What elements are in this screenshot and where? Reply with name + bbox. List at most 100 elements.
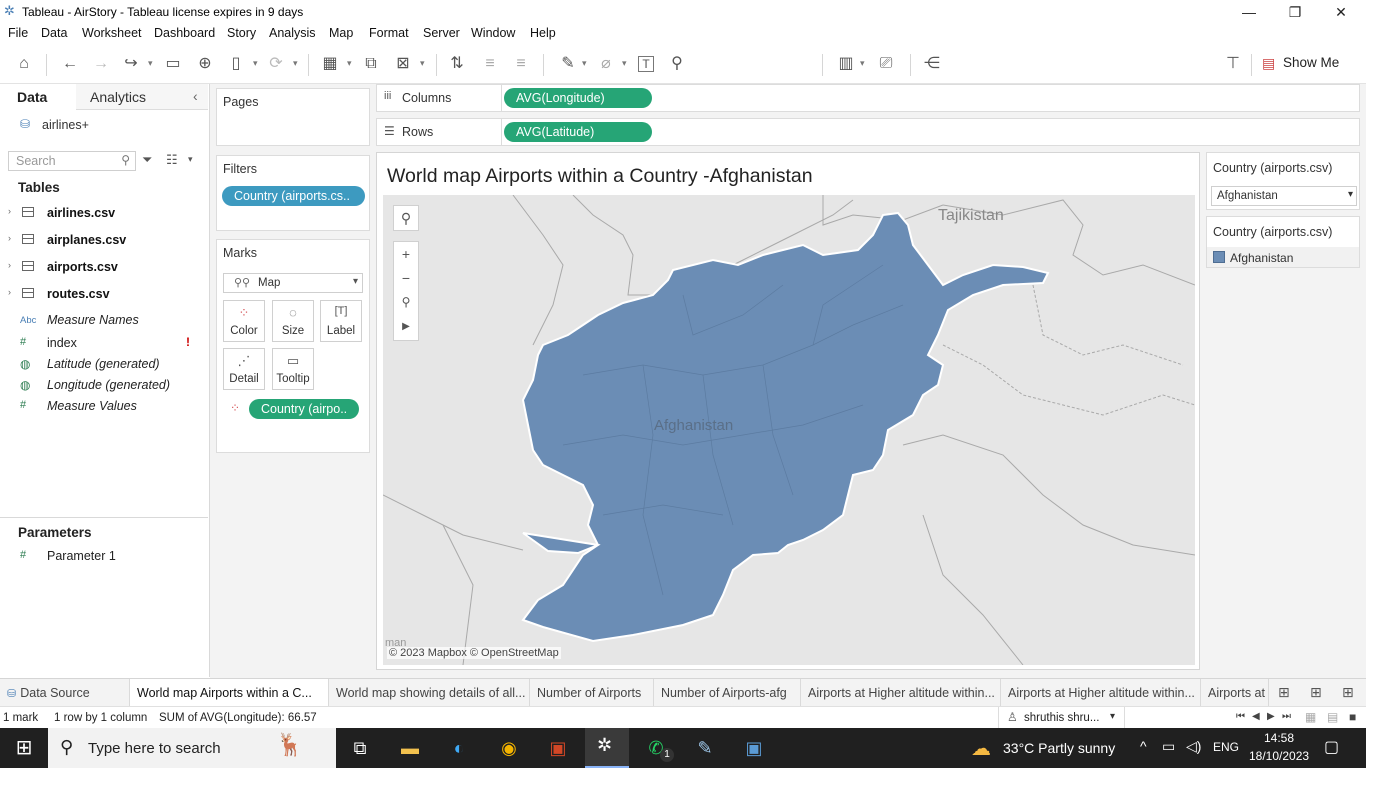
chevron-down-icon[interactable]: ▾: [347, 58, 352, 69]
menu-story[interactable]: Story: [227, 26, 256, 40]
search-input[interactable]: Search ⚲: [8, 151, 136, 171]
parameter-item[interactable]: # Parameter 1: [0, 546, 208, 568]
tab-world-map-details[interactable]: World map showing details of all...: [329, 679, 530, 707]
tableau-taskbar-item[interactable]: ✲: [585, 728, 629, 768]
status-user[interactable]: shruthis shru...: [1024, 712, 1099, 724]
zoom-in-button[interactable]: +: [394, 242, 418, 266]
collapse-pane-icon[interactable]: ‹: [193, 88, 198, 104]
field-index[interactable]: # index !: [0, 333, 208, 355]
show-filmstrip-icon[interactable]: ▦: [1305, 710, 1316, 724]
highlight-icon[interactable]: ✎: [558, 54, 578, 74]
task-view-icon[interactable]: ⧉: [345, 734, 375, 762]
chevron-up-icon[interactable]: ^: [1140, 738, 1147, 754]
table-airlines[interactable]: › airlines.csv: [0, 202, 208, 226]
show-tabs-icon[interactable]: ■: [1349, 710, 1356, 724]
table-airplanes[interactable]: › airplanes.csv: [0, 229, 208, 253]
show-cards-icon[interactable]: ▥: [836, 54, 856, 74]
columns-pill-longitude[interactable]: AVG(Longitude): [504, 88, 652, 108]
undo-icon[interactable]: ←: [60, 54, 80, 74]
new-worksheet-icon[interactable]: ⊞: [1278, 684, 1290, 701]
table-airports[interactable]: › airports.csv: [0, 256, 208, 280]
language-indicator[interactable]: ENG: [1213, 740, 1239, 754]
datasource-name[interactable]: airlines+: [42, 118, 89, 132]
chevron-right-icon[interactable]: ›: [8, 260, 11, 270]
fix-axes-icon[interactable]: ⚲: [667, 54, 687, 74]
paint-icon[interactable]: ✎: [690, 734, 720, 762]
new-datasource-icon[interactable]: ⊕: [195, 54, 215, 74]
legend-item[interactable]: Afghanistan: [1207, 247, 1359, 267]
new-worksheet-icon[interactable]: ▦: [320, 54, 340, 74]
chevron-down-icon[interactable]: ▾: [293, 58, 298, 69]
maximize-button[interactable]: ❐: [1280, 2, 1310, 22]
menu-help[interactable]: Help: [530, 26, 556, 40]
chevron-down-icon[interactable]: ▾: [582, 58, 587, 69]
zoom-out-button[interactable]: −: [394, 266, 418, 290]
view-title[interactable]: World map Airports within a Country -Afg…: [387, 165, 813, 188]
rows-shelf[interactable]: ☰ Rows AVG(Latitude): [376, 118, 1360, 146]
clock-date[interactable]: 18/10/2023: [1249, 749, 1309, 763]
chevron-down-icon[interactable]: ▾: [188, 154, 193, 165]
expand-toolbar-icon[interactable]: ▶: [394, 314, 418, 340]
chevron-right-icon[interactable]: ›: [8, 287, 11, 297]
battery-icon[interactable]: ▭: [1162, 738, 1175, 755]
clock-time[interactable]: 14:58: [1264, 731, 1294, 745]
tab-airports-higher-altitude-1[interactable]: Airports at Higher altitude within...: [801, 679, 1001, 707]
marks-pill-country[interactable]: Country (airpo..: [249, 399, 359, 419]
powerpoint-icon[interactable]: ▣: [543, 734, 573, 762]
chevron-right-icon[interactable]: ›: [8, 206, 11, 216]
menu-data[interactable]: Data: [41, 26, 67, 40]
chevron-down-icon[interactable]: ▾: [148, 58, 153, 69]
replay-icon[interactable]: ↪: [121, 54, 141, 74]
quick-filter-dropdown[interactable]: Afghanistan ▾: [1211, 186, 1357, 206]
clear-sheet-icon[interactable]: ⊠: [393, 54, 413, 74]
taskbar-search-box[interactable]: ⚲ Type here to search 🦌: [48, 728, 336, 768]
edge-browser-icon[interactable]: ◐: [444, 734, 474, 762]
save-icon[interactable]: ▭: [163, 54, 183, 74]
map-search-button[interactable]: ⚲: [393, 205, 419, 231]
mark-type-dropdown[interactable]: ⚲⚲ Map ▾: [223, 273, 363, 293]
minimize-button[interactable]: —: [1234, 2, 1264, 22]
windows-start-icon[interactable]: ⊞: [9, 734, 39, 762]
menu-worksheet[interactable]: Worksheet: [82, 26, 142, 40]
map-canvas[interactable]: Afghanistan Tajikistan man © 2023 Mapbox…: [383, 195, 1195, 665]
table-routes[interactable]: › routes.csv: [0, 283, 208, 307]
file-explorer-icon[interactable]: ▬: [395, 734, 425, 762]
filter-icon[interactable]: ⏷: [142, 152, 152, 168]
tab-analytics[interactable]: Analytics: [90, 89, 146, 105]
swap-rows-columns-icon[interactable]: ⇅: [447, 54, 467, 74]
chevron-down-icon[interactable]: ▾: [420, 58, 425, 69]
field-latitude-generated[interactable]: ◍ Latitude (generated): [0, 354, 208, 376]
menu-dashboard[interactable]: Dashboard: [154, 26, 215, 40]
label-button[interactable]: [T] Label: [320, 300, 362, 342]
close-button[interactable]: ✕: [1326, 2, 1356, 22]
sort-ascending-icon[interactable]: ≡: [480, 54, 500, 74]
menu-server[interactable]: Server: [423, 26, 460, 40]
marks-card[interactable]: Marks ⚲⚲ Map ▾ ⁘ Color ◌ Size [T] Label …: [216, 239, 370, 453]
chevron-right-icon[interactable]: ›: [8, 233, 11, 243]
new-dashboard-icon[interactable]: ⊞: [1310, 684, 1322, 701]
pause-updates-icon[interactable]: ▯: [226, 54, 246, 74]
filter-pill-country[interactable]: Country (airports.cs..: [222, 186, 365, 206]
presentation-mode-icon[interactable]: ⎚: [876, 54, 896, 74]
chevron-down-icon[interactable]: ▾: [253, 58, 258, 69]
filters-card[interactable]: Filters Country (airports.cs..: [216, 155, 370, 231]
share-icon[interactable]: ⋲: [922, 54, 942, 74]
sort-descending-icon[interactable]: ≡: [511, 54, 531, 74]
pin-format-icon[interactable]: ⊤: [1223, 54, 1243, 74]
show-sheet-sorter-icon[interactable]: ▤: [1327, 710, 1338, 724]
menu-file[interactable]: File: [8, 26, 28, 40]
pages-card[interactable]: Pages: [216, 88, 370, 146]
columns-shelf[interactable]: iii Columns AVG(Longitude): [376, 84, 1360, 112]
home-icon[interactable]: ⌂: [14, 54, 34, 74]
show-me-button[interactable]: Show Me: [1283, 55, 1339, 70]
redo-icon[interactable]: →: [91, 54, 111, 74]
chevron-down-icon[interactable]: ▾: [860, 58, 865, 69]
tab-airports-at[interactable]: Airports at: [1201, 679, 1269, 707]
tab-number-of-airports-afg[interactable]: Number of Airports-afg: [654, 679, 801, 707]
menu-format[interactable]: Format: [369, 26, 409, 40]
chrome-browser-icon[interactable]: ◉: [494, 734, 524, 762]
tab-number-of-airports[interactable]: Number of Airports: [530, 679, 654, 707]
chevron-down-icon[interactable]: ▾: [1110, 711, 1115, 722]
tab-airports-higher-altitude-2[interactable]: Airports at Higher altitude within...: [1001, 679, 1201, 707]
new-story-icon[interactable]: ⊞: [1342, 684, 1354, 701]
